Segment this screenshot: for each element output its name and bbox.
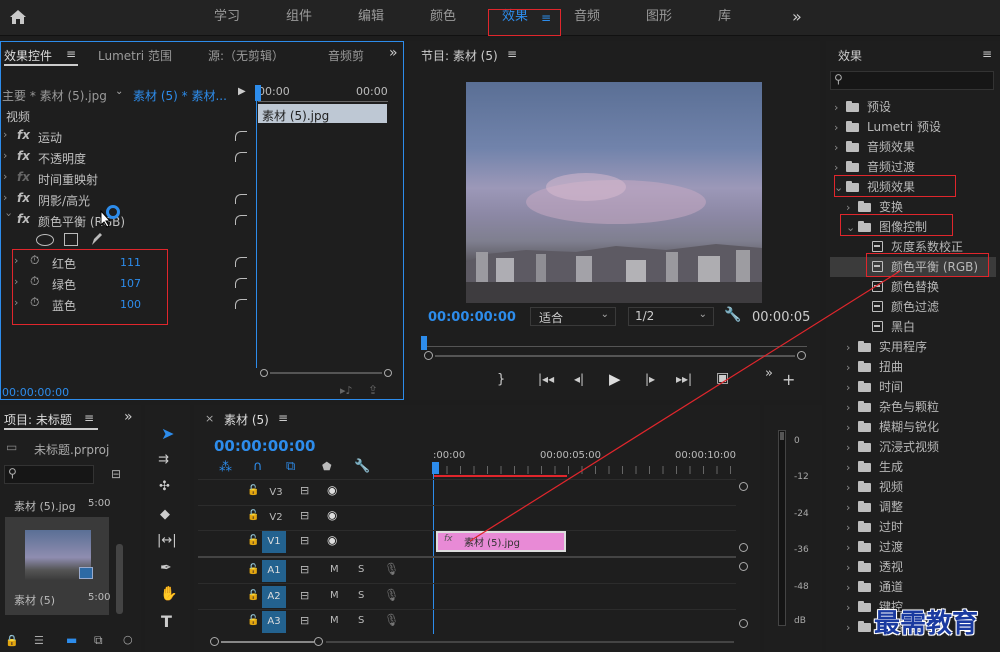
watermark: 最需教育 [874, 609, 979, 639]
drag-annotation-line [469, 270, 901, 542]
